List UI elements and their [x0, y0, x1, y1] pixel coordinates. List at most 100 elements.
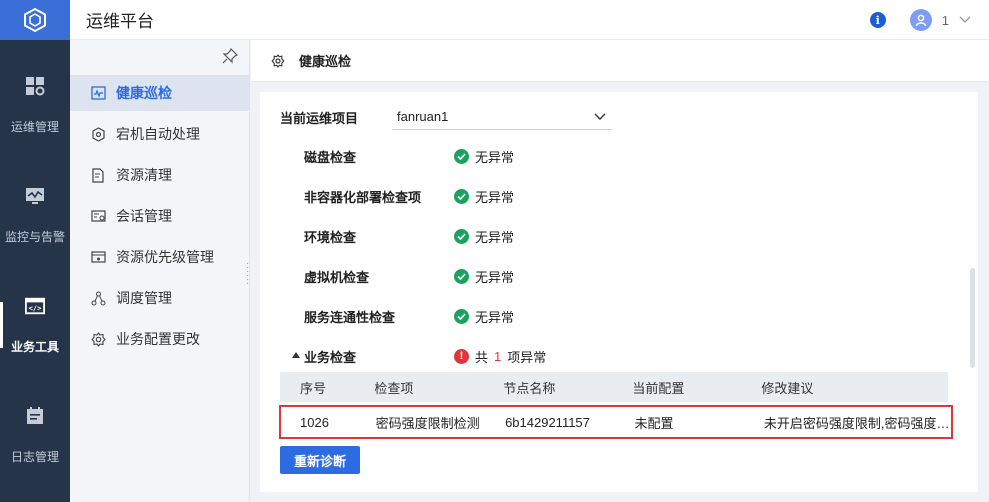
app-logo[interactable] [0, 0, 70, 40]
subnav-item-health-check[interactable]: 健康巡检 [70, 75, 249, 111]
project-select-value: fanruan1 [397, 109, 449, 124]
shield-gear-icon [90, 126, 106, 142]
error-count: 1 [494, 348, 502, 364]
table-cell: 未配置 [634, 415, 674, 431]
left-rail: 运维管理 监控与告警 </> 业务工具 日志管理 [0, 0, 70, 502]
check-row-disk: 磁盘检查 无异常 [304, 146, 964, 166]
check-row-environment: 环境检查 无异常 [304, 226, 964, 246]
check-circle-icon [454, 268, 469, 284]
check-name: 服务连通性检查 [304, 309, 396, 325]
check-status: 无异常 [454, 266, 514, 286]
cube-logo-icon [24, 8, 46, 32]
collapse-caret-icon[interactable] [292, 352, 300, 358]
header-actions: i 1 [869, 0, 971, 40]
sidebar-resize-handle[interactable]: · · · · · · [246, 259, 252, 289]
project-select[interactable]: fanruan1 [392, 104, 612, 130]
error-circle-icon: ! [454, 348, 469, 364]
subnav-item-label: 健康巡检 [116, 85, 172, 101]
status-suffix: 项异常 [507, 349, 547, 365]
subnav-item-priority[interactable]: 资源优先级管理 [70, 239, 249, 275]
check-name: 非容器化部署检查项 [304, 189, 422, 205]
check-status: 无异常 [454, 306, 514, 326]
check-status: ! 共 1 项异常 [454, 346, 546, 366]
check-row-connectivity: 服务连通性检查 无异常 [304, 306, 964, 326]
code-window-icon: </> [25, 296, 45, 316]
table-row[interactable]: 1026 密码强度限制检测 6b1429211157 未配置 未开启密码强度限制… [279, 405, 953, 439]
check-circle-icon [454, 188, 469, 204]
check-status-text: 无异常 [475, 189, 515, 205]
subnav-item-schedule[interactable]: 调度管理 [70, 280, 249, 316]
check-row-business[interactable]: 业务检查 ! 共 1 项异常 [292, 346, 964, 366]
vertical-scrollbar[interactable] [970, 268, 975, 368]
check-status-text: 无异常 [475, 269, 515, 285]
subnav-item-resource-cleanup[interactable]: 资源清理 [70, 157, 249, 193]
page-header: 健康巡检 [251, 40, 989, 82]
rail-item-label: 业务工具 [10, 340, 59, 354]
doc-clean-icon [90, 167, 106, 183]
pin-icon[interactable] [222, 48, 238, 64]
rail-item-label: 监控与告警 [4, 230, 65, 244]
subnav-item-label: 会话管理 [116, 208, 172, 224]
table-cell: 密码强度限制检测 [375, 415, 480, 431]
subnav-item-auto-recovery[interactable]: 宕机自动处理 [70, 116, 249, 152]
column-header: 检查项 [374, 380, 414, 396]
subnav-item-label: 调度管理 [116, 290, 172, 306]
check-status-text: 无异常 [475, 229, 515, 245]
subnav-item-label: 宕机自动处理 [116, 126, 200, 142]
rail-item-label: 日志管理 [10, 450, 59, 464]
subnav-item-session[interactable]: 会话管理 [70, 198, 249, 234]
column-header: 当前配置 [632, 380, 685, 396]
priority-icon [90, 249, 106, 265]
grid-gear-icon [25, 76, 45, 96]
table-cell: 6b1429211157 [505, 414, 590, 430]
check-circle-icon [454, 228, 469, 244]
rail-item-tools[interactable]: </> 业务工具 [0, 260, 70, 378]
session-icon [90, 208, 106, 224]
project-label: 当前运维项目 [280, 110, 359, 126]
check-status-text: 无异常 [475, 309, 515, 325]
check-circle-icon [454, 308, 469, 324]
gear-icon [271, 53, 285, 68]
project-selector-row: 当前运维项目 fanruan1 [280, 106, 612, 130]
check-status: 无异常 [454, 186, 514, 206]
table-cell: 未开启密码强度限制,密码强度较… [763, 415, 952, 431]
check-status-text: 无异常 [475, 149, 515, 165]
rail-item-monitor[interactable]: 监控与告警 [0, 150, 70, 268]
avatar[interactable] [909, 9, 932, 31]
subnav-item-label: 资源优先级管理 [116, 249, 214, 265]
chevron-down-icon [594, 113, 606, 120]
user-icon [915, 14, 927, 27]
rail-item-ops[interactable]: 运维管理 [0, 40, 70, 158]
pulse-icon [90, 85, 106, 101]
check-name: 环境检查 [304, 229, 357, 245]
subnav-item-label: 业务配置更改 [116, 331, 200, 347]
rail-item-label: 运维管理 [10, 120, 59, 134]
table-header: 序号 检查项 节点名称 当前配置 修改建议 [280, 372, 948, 402]
app-title: 运维平台 [86, 12, 154, 31]
check-name: 磁盘检查 [304, 149, 357, 165]
issues-table: 序号 检查项 节点名称 当前配置 修改建议 1026 密码强度限制检测 6b14… [279, 372, 953, 439]
check-status: 无异常 [454, 226, 514, 246]
check-circle-icon [454, 148, 469, 164]
chevron-down-icon[interactable] [959, 16, 971, 24]
rediagnose-button[interactable]: 重新诊断 [280, 446, 360, 474]
column-header: 修改建议 [761, 380, 814, 396]
calendar-icon [25, 406, 45, 426]
table-cell: 1026 [300, 414, 329, 430]
check-status: 无异常 [454, 146, 514, 166]
page-title: 健康巡检 [299, 54, 352, 69]
health-check-panel: 当前运维项目 fanruan1 磁盘检查 无异常 非容器化部署检查项 无异常 环… [260, 92, 978, 492]
config-gear-icon [90, 331, 106, 347]
column-header: 序号 [300, 380, 327, 396]
column-header: 节点名称 [503, 380, 556, 396]
rail-item-logs[interactable]: 日志管理 [0, 370, 70, 488]
info-icon[interactable]: i [869, 12, 886, 28]
svg-text:</>: </> [28, 304, 42, 313]
user-name[interactable]: 1 [942, 13, 949, 28]
secondary-sidebar: 健康巡检 宕机自动处理 资源清理 会话管理 资源优先级管理 调度管理 业务配置更… [70, 40, 250, 502]
status-prefix: 共 [475, 349, 489, 365]
subnav-item-business-config[interactable]: 业务配置更改 [70, 321, 249, 357]
check-row-vm: 虚拟机检查 无异常 [304, 266, 964, 286]
check-row-non-container: 非容器化部署检查项 无异常 [304, 186, 964, 206]
subnav-item-label: 资源清理 [116, 167, 172, 183]
